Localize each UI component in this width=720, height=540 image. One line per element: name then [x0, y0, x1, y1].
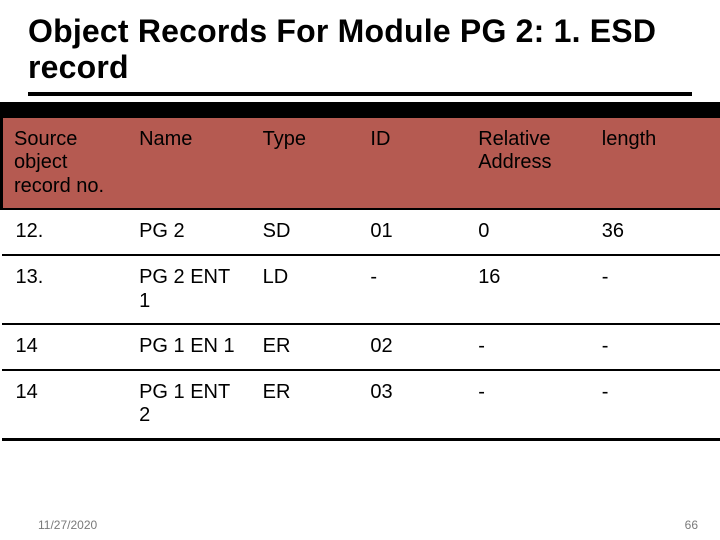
cell-length: - [588, 370, 720, 440]
col-header-length: length [588, 118, 720, 210]
cell-type: SD [249, 209, 357, 255]
cell-type: ER [249, 370, 357, 440]
cell-source: 14 [2, 324, 126, 370]
cell-id: - [356, 255, 464, 324]
cell-name: PG 1 EN 1 [125, 324, 249, 370]
title-wrap: Object Records For Module PG 2: 1. ESD r… [0, 0, 720, 90]
cell-reladdr: 16 [464, 255, 588, 324]
cell-type: ER [249, 324, 357, 370]
cell-length: - [588, 255, 720, 324]
cell-reladdr: - [464, 370, 588, 440]
col-header-type: Type [249, 118, 357, 210]
table-row: 13. PG 2 ENT 1 LD - 16 - [2, 255, 720, 324]
table-header-row: Source object record no. Name Type ID Re… [2, 118, 720, 210]
cell-reladdr: 0 [464, 209, 588, 255]
col-header-source: Source object record no. [2, 118, 126, 210]
cell-id: 02 [356, 324, 464, 370]
title-underline [28, 92, 692, 96]
cell-id: 03 [356, 370, 464, 440]
slide: Object Records For Module PG 2: 1. ESD r… [0, 0, 720, 540]
cell-length: - [588, 324, 720, 370]
cell-name: PG 2 [125, 209, 249, 255]
cell-name: PG 1 ENT 2 [125, 370, 249, 440]
footer-date: 11/27/2020 [38, 518, 97, 532]
records-table: Source object record no. Name Type ID Re… [0, 118, 720, 441]
cell-reladdr: - [464, 324, 588, 370]
col-header-reladdr: Relative Address [464, 118, 588, 210]
table-row: 14 PG 1 ENT 2 ER 03 - - [2, 370, 720, 440]
separator-bar [0, 102, 720, 118]
cell-name: PG 2 ENT 1 [125, 255, 249, 324]
cell-length: 36 [588, 209, 720, 255]
cell-source: 13. [2, 255, 126, 324]
footer-page: 66 [685, 518, 698, 532]
table-row: 12. PG 2 SD 01 0 36 [2, 209, 720, 255]
cell-source: 12. [2, 209, 126, 255]
footer: 11/27/2020 66 [0, 518, 720, 532]
cell-type: LD [249, 255, 357, 324]
page-title: Object Records For Module PG 2: 1. ESD r… [28, 14, 692, 86]
cell-id: 01 [356, 209, 464, 255]
col-header-id: ID [356, 118, 464, 210]
table-row: 14 PG 1 EN 1 ER 02 - - [2, 324, 720, 370]
cell-source: 14 [2, 370, 126, 440]
col-header-name: Name [125, 118, 249, 210]
